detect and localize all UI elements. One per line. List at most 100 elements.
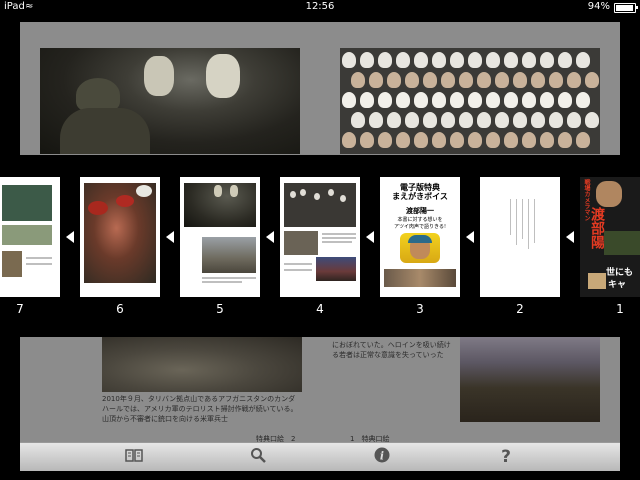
child-figure (558, 92, 572, 108)
page3-author: 渡部陽一 (406, 207, 434, 215)
page1-name: 渡部陽 (589, 207, 605, 249)
child-figure (360, 92, 374, 108)
clock: 12:56 (305, 1, 335, 12)
thumbnail-page-2[interactable] (480, 177, 560, 297)
child-figure (522, 52, 536, 68)
child-figure (342, 52, 356, 68)
book-icon[interactable] (122, 447, 146, 467)
child-figure (405, 112, 419, 128)
child-figure (540, 52, 554, 68)
child-figure (486, 92, 500, 108)
child-figure (414, 52, 428, 68)
child-figure (522, 132, 536, 148)
child-figure (468, 52, 482, 68)
child-figure (585, 72, 599, 88)
child-figure (504, 92, 518, 108)
page3-line2: まえがきボイス (392, 192, 448, 201)
child-figure (405, 72, 419, 88)
child-figure (558, 132, 572, 148)
child-figure (441, 72, 455, 88)
child-figure (450, 92, 464, 108)
left-arrow-icon (466, 231, 474, 243)
page3-line1: 電子版特典 (400, 183, 440, 192)
child-figure (504, 52, 518, 68)
child-figure (423, 112, 437, 128)
child-figure (486, 52, 500, 68)
page-label-left: 特典口絵 2 (256, 435, 296, 442)
child-figure (531, 112, 545, 128)
child-figure (378, 92, 392, 108)
child-figure (459, 72, 473, 88)
child-figure (369, 112, 383, 128)
child-figure (441, 112, 455, 128)
page-thumbnail-strip[interactable]: 7 6 5 4 電子版特典 まえがきボイス 渡部陽一 本書に対する想いを アツイ… (0, 155, 640, 337)
child-figure (567, 112, 581, 128)
child-figure (576, 92, 590, 108)
child-figure (522, 92, 536, 108)
child-figure (576, 52, 590, 68)
child-figure (495, 72, 509, 88)
child-figure (468, 92, 482, 108)
child-figure (486, 132, 500, 148)
child-figure (549, 112, 563, 128)
child-figure (432, 132, 446, 148)
bottom-toolbar: i ? (20, 442, 620, 471)
child-figure (450, 132, 464, 148)
page-label-right: 1 特典口絵 (350, 435, 390, 442)
child-figure (540, 92, 554, 108)
crowd-photo (460, 337, 600, 422)
help-icon[interactable]: ? (494, 447, 518, 467)
svg-text:i: i (380, 450, 384, 463)
thumbnail-number-3: 3 (416, 302, 424, 316)
soldier-photo (40, 48, 300, 154)
thumbnail-page-6[interactable] (80, 177, 160, 297)
child-figure (567, 72, 581, 88)
child-figure (351, 72, 365, 88)
search-icon[interactable] (246, 447, 270, 467)
left-arrow-icon (66, 231, 74, 243)
child-figure (504, 132, 518, 148)
child-figure (360, 52, 374, 68)
caption-left: 2010年９月、タリバン拠点山であるアフガニスタンのカンダ ハールでは、アメリカ… (102, 395, 298, 423)
battery-nub (636, 6, 638, 9)
thumbnail-page-3[interactable]: 電子版特典 まえがきボイス 渡部陽一 本書に対する想いを アツイ肉声で語りきる! (380, 177, 460, 297)
thumbnail-number-4: 4 (316, 302, 324, 316)
thumbnail-number-1: 1 (616, 302, 624, 316)
thumbnail-page-1[interactable]: 戦場カメラマン 渡部陽 世にも キャ (580, 177, 640, 297)
thumbnail-number-2: 2 (516, 302, 524, 316)
battery-percentage: 94% (587, 1, 610, 12)
child-figure (396, 132, 410, 148)
child-figure (378, 132, 392, 148)
status-bar: iPad ≈ 12:56 94% (0, 0, 640, 14)
thumbnail-page-7[interactable] (0, 177, 60, 297)
child-figure (369, 72, 383, 88)
page3-sub2: アツイ肉声で語りきる! (394, 224, 446, 230)
child-figure (477, 72, 491, 88)
left-arrow-icon (166, 231, 174, 243)
page1-bottom2: キャ (608, 280, 627, 290)
child-figure (576, 132, 590, 148)
children-photo (340, 48, 600, 154)
child-figure (360, 132, 374, 148)
left-arrow-icon (366, 231, 374, 243)
child-figure (585, 112, 599, 128)
child-figure (342, 132, 356, 148)
child-figure (432, 52, 446, 68)
battery-icon (614, 3, 636, 13)
child-figure (540, 132, 554, 148)
child-figure (396, 52, 410, 68)
thumbnail-page-5[interactable] (180, 177, 260, 297)
child-figure (450, 52, 464, 68)
child-figure (342, 92, 356, 108)
left-arrow-icon (266, 231, 274, 243)
child-figure (396, 92, 410, 108)
child-figure (351, 112, 365, 128)
child-figure (477, 112, 491, 128)
info-icon[interactable]: i (370, 447, 394, 467)
thumbnail-number-6: 6 (116, 302, 124, 316)
child-figure (468, 132, 482, 148)
rocks-photo (102, 337, 302, 392)
caption-right-top: におぼれていた。ヘロインを吸い続け る若者は正常な意識を失っていった (332, 341, 451, 359)
child-figure (513, 72, 527, 88)
thumbnail-page-4[interactable] (280, 177, 360, 297)
